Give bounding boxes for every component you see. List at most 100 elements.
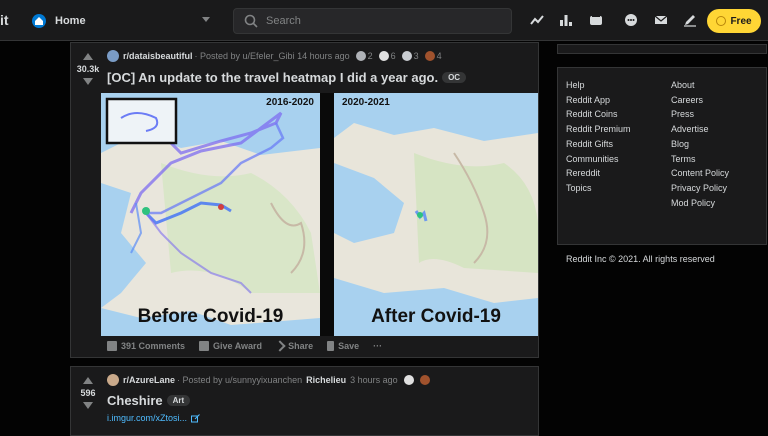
user-flair: Richelieu <box>306 375 347 385</box>
post-title-text: [OC] An update to the travel heatmap I d… <box>107 70 439 85</box>
post-meta: r/AzureLane · Posted by u/sunnyyixuanche… <box>107 373 432 387</box>
posted-by[interactable]: · Posted by u/sunnyyixuanchen <box>177 375 302 385</box>
sidebar-card-top <box>557 44 767 54</box>
award-count: 6 <box>390 51 396 61</box>
chat-icon[interactable] <box>624 13 638 27</box>
home-label: Home <box>55 15 86 27</box>
award-count: 2 <box>367 51 373 61</box>
free-label: Free <box>730 15 752 27</box>
reddit-logo[interactable]: it <box>0 12 9 28</box>
external-link-text: i.imgur.com/xZtosi... <box>107 413 188 423</box>
upvote-icon[interactable] <box>83 53 93 60</box>
map-before: 2016-2020 Before Covid-19 <box>101 93 320 336</box>
gift-icon <box>199 341 210 351</box>
footer-link[interactable]: Press <box>671 107 729 122</box>
footer-link[interactable]: Reddit Coins <box>566 107 631 122</box>
map-caption: Before Covid-19 <box>137 306 284 327</box>
map-caption: After Covid-19 <box>371 306 501 327</box>
award-icon-3[interactable] <box>401 51 412 61</box>
post-flair[interactable]: OC <box>442 72 467 83</box>
popular-icon[interactable] <box>589 13 603 27</box>
stats-icon[interactable] <box>559 13 573 27</box>
external-link[interactable]: i.imgur.com/xZtosi... <box>107 413 200 423</box>
post-actions: 391 Comments Give Award Share Save ··· <box>107 340 396 352</box>
vote-column: 596 <box>71 377 105 409</box>
more-options-button[interactable]: ··· <box>373 341 382 351</box>
footer-link[interactable]: About <box>671 78 729 93</box>
free-button[interactable]: Free <box>707 9 761 33</box>
mail-icon[interactable] <box>654 13 668 27</box>
award-icon-4[interactable] <box>424 51 435 61</box>
post-image[interactable]: 2016-2020 Before Covid-19 2020-2021 Afte… <box>101 93 538 336</box>
search-placeholder: Search <box>266 15 301 27</box>
upvote-icon[interactable] <box>83 377 93 384</box>
subreddit-avatar[interactable] <box>107 50 119 62</box>
footer-link[interactable]: Privacy Policy <box>671 181 729 196</box>
post-meta: r/dataisbeautiful · Posted by u/Efeler_G… <box>107 49 442 63</box>
post-title[interactable]: [OC] An update to the travel heatmap I d… <box>107 70 467 85</box>
subreddit-link[interactable]: r/dataisbeautiful <box>123 51 193 61</box>
footer-link[interactable]: Advertise <box>671 122 729 137</box>
posted-by[interactable]: · Posted by u/Efeler_Gibi 14 hours ago <box>195 51 350 61</box>
give-award-label: Give Award <box>213 341 263 351</box>
downvote-icon[interactable] <box>83 402 93 409</box>
subreddit-link[interactable]: r/AzureLane <box>123 375 175 385</box>
trending-icon[interactable] <box>530 13 544 27</box>
post-score: 30.3k <box>76 64 100 74</box>
give-award-button[interactable]: Give Award <box>199 341 262 351</box>
footer-link[interactable]: Content Policy <box>671 166 729 181</box>
footer-link[interactable]: Terms <box>671 152 729 167</box>
downvote-icon[interactable] <box>83 78 93 85</box>
vote-column: 30.3k <box>71 53 105 85</box>
post-flair[interactable]: Art <box>166 395 191 406</box>
footer-links-col1: Help Reddit App Reddit Coins Reddit Prem… <box>566 78 631 196</box>
home-dropdown[interactable]: Home <box>28 8 216 34</box>
post-card[interactable]: 30.3k r/dataisbeautiful · Posted by u/Ef… <box>70 42 539 358</box>
footer-links-col2: About Careers Press Advertise Blog Terms… <box>671 78 729 210</box>
map-after: 2020-2021 After Covid-19 <box>334 93 538 336</box>
coin-icon <box>716 16 727 26</box>
copyright-text: Reddit Inc © 2021. All rights reserved <box>566 254 715 264</box>
chevron-down-icon <box>202 17 210 22</box>
home-icon <box>32 14 46 28</box>
share-icon <box>274 340 286 352</box>
footer-link[interactable]: Reddit Gifts <box>566 137 631 152</box>
search-icon <box>244 14 258 28</box>
comment-icon <box>107 341 117 351</box>
footer-link[interactable]: Rereddit <box>566 166 631 181</box>
footer-link[interactable]: Careers <box>671 93 729 108</box>
save-button[interactable]: Save <box>327 341 359 351</box>
share-button[interactable]: Share <box>274 340 314 352</box>
award-icon-2[interactable] <box>378 51 389 61</box>
map-year-label: 2016-2020 <box>266 97 314 108</box>
footer-link[interactable]: Reddit Premium <box>566 122 631 137</box>
footer-link[interactable]: Mod Policy <box>671 196 729 211</box>
award-icon-2[interactable] <box>419 375 430 385</box>
award-icon-1[interactable] <box>403 375 414 385</box>
footer-link[interactable]: Blog <box>671 137 729 152</box>
post-title[interactable]: Cheshire Art <box>107 393 191 408</box>
post-score: 596 <box>80 388 96 398</box>
search-input[interactable]: Search <box>233 8 512 34</box>
comments-button[interactable]: 391 Comments <box>107 341 185 351</box>
award-icon-1[interactable] <box>355 51 366 61</box>
top-bar: it Home Search Free <box>0 0 768 41</box>
post-title-text: Cheshire <box>107 393 163 408</box>
award-count: 3 <box>413 51 419 61</box>
comments-label: 391 Comments <box>121 341 186 351</box>
subreddit-avatar[interactable] <box>107 374 119 386</box>
footer-link[interactable]: Reddit App <box>566 93 631 108</box>
map-after-graphic <box>334 93 538 336</box>
map-year-label: 2020-2021 <box>342 97 390 108</box>
post-time[interactable]: 3 hours ago <box>350 375 398 385</box>
award-count: 4 <box>436 51 442 61</box>
save-label: Save <box>338 341 360 351</box>
footer-link[interactable]: Topics <box>566 181 631 196</box>
share-label: Share <box>288 341 314 351</box>
post-card[interactable]: 596 r/AzureLane · Posted by u/sunnyyixua… <box>70 366 539 436</box>
pencil-icon[interactable] <box>683 13 697 27</box>
map-before-graphic <box>101 93 320 336</box>
footer-link[interactable]: Help <box>566 78 631 93</box>
footer-link[interactable]: Communities <box>566 152 631 167</box>
footer-links-card: Help Reddit App Reddit Coins Reddit Prem… <box>557 67 767 264</box>
